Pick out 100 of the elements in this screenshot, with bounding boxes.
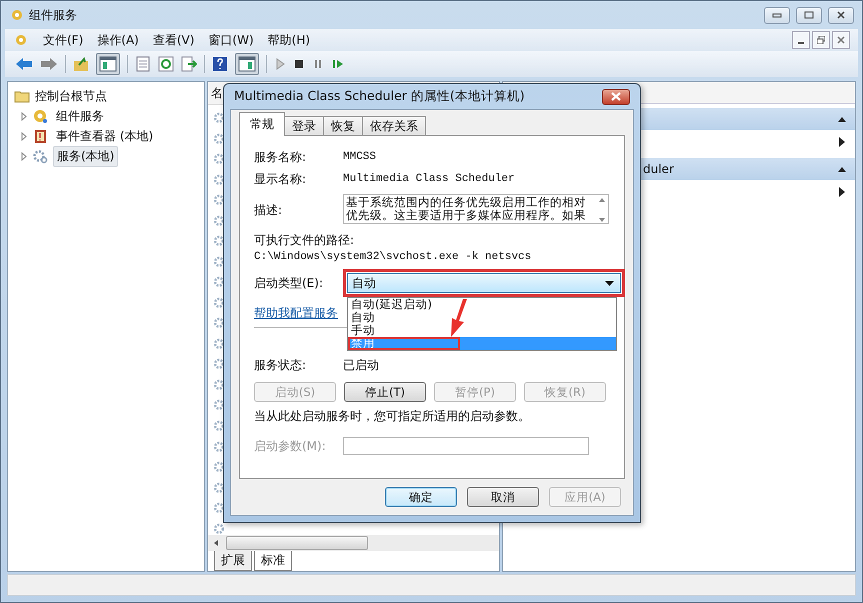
tree-item[interactable]: 控制台根节点 [35, 88, 107, 104]
close-icon [837, 36, 845, 44]
component-services-icon [15, 33, 29, 47]
tree-item[interactable]: 组件服务 [53, 106, 107, 126]
gear-icon [213, 111, 225, 125]
tree-item[interactable]: 服务(本地) [53, 146, 118, 166]
field-label: 显示名称: [254, 170, 308, 188]
field-label: 服务名称: [254, 148, 308, 166]
field-value: C:\Windows\system32\svchost.exe -k netsvcs [254, 251, 532, 263]
restore-icon [817, 36, 825, 44]
pause-icon[interactable] [312, 57, 324, 71]
dialog-button[interactable]: 确定 [385, 487, 457, 507]
action-pane-icon[interactable] [235, 53, 259, 75]
scroll-arrows-icon[interactable] [598, 196, 606, 224]
dialog-tab[interactable]: 恢复 [323, 116, 363, 136]
gear-icon [213, 480, 225, 494]
menu-item[interactable]: 操作(A) [97, 32, 139, 48]
submenu-arrow-icon[interactable] [839, 137, 845, 147]
view-tab[interactable]: 标准 [254, 551, 292, 571]
gear-icon [213, 152, 225, 166]
help-icon[interactable] [212, 56, 228, 72]
dialog-tab[interactable]: 登录 [284, 116, 324, 136]
refresh-icon[interactable] [158, 56, 174, 72]
dropdown-caret-icon[interactable] [605, 280, 614, 286]
dialog-button[interactable]: 取消 [467, 487, 539, 507]
horizontal-scrollbar[interactable] [208, 535, 499, 551]
maximize-icon [804, 11, 814, 19]
collapse-arrow-icon[interactable] [837, 166, 847, 172]
gear-icon [213, 234, 225, 248]
gear-icon [213, 172, 225, 186]
collapse-arrow-icon[interactable] [837, 116, 847, 122]
export-list-icon[interactable] [181, 56, 197, 72]
gear-icon [213, 440, 225, 454]
dialog-tab[interactable]: 依存关系 [362, 116, 426, 136]
hint-text: 当从此处启动服务时，您可指定所适用的启动参数。 [254, 408, 531, 425]
gear-icon [213, 378, 225, 392]
view-tab[interactable]: 扩展 [214, 551, 252, 571]
menu-item[interactable]: 文件(F) [43, 32, 84, 48]
stop-icon[interactable] [293, 57, 305, 71]
field-value: 已启动 [343, 356, 379, 374]
component-services-icon [33, 108, 48, 124]
gear-icon [213, 132, 225, 146]
forward-arrow-icon[interactable] [40, 57, 58, 71]
expand-arrow-icon[interactable] [20, 132, 28, 140]
dropdown-option[interactable]: 自动(延迟启动) [348, 298, 435, 311]
play-icon[interactable] [274, 57, 286, 71]
scrollbar-thumb[interactable] [226, 536, 368, 550]
startup-type-dropdown[interactable]: 自动 [347, 273, 621, 293]
gear-icon [213, 418, 225, 432]
close-button[interactable] [602, 88, 630, 104]
gear-icon [213, 398, 225, 412]
field-value: MMCSS [343, 151, 376, 163]
maximize-button[interactable] [796, 6, 822, 24]
field-label: 可执行文件的路径: [254, 232, 356, 249]
expand-arrow-icon[interactable] [20, 112, 28, 120]
console-tree-icon[interactable] [96, 53, 120, 75]
menu-item[interactable]: 查看(V) [152, 32, 194, 48]
properties-icon[interactable] [135, 56, 151, 72]
menu-item[interactable]: 窗口(W) [208, 32, 254, 48]
submenu-arrow-icon[interactable] [839, 187, 845, 197]
description-field[interactable]: 基于系统范围内的任务优先级启用工作的相对优先级。这主要适用于多媒体应用程序。如果 [343, 194, 609, 224]
close-button[interactable] [828, 6, 854, 24]
resume-icon[interactable] [331, 57, 345, 71]
minimize-button[interactable] [792, 31, 810, 49]
folder-icon [14, 90, 30, 102]
gear-icon [213, 296, 225, 310]
field-label: 启动参数(M): [254, 438, 327, 454]
field-label: 描述: [254, 202, 284, 219]
minimize-button[interactable] [764, 6, 790, 24]
gear-icon [213, 460, 225, 474]
menu-item[interactable]: 帮助(H) [268, 32, 310, 48]
dropdown-option[interactable]: 自动 [348, 311, 378, 324]
column-header[interactable]: 名 [211, 84, 223, 102]
gear-icon [213, 193, 225, 207]
dropdown-option[interactable]: 手动 [348, 324, 378, 337]
gear-icon [213, 275, 225, 289]
restore-button[interactable] [812, 31, 830, 49]
tree-item[interactable]: 事件查看器 (本地) [53, 126, 156, 146]
back-arrow-icon[interactable] [15, 57, 33, 71]
minimize-icon [772, 11, 782, 19]
folder-up-icon[interactable] [73, 56, 89, 72]
gear-icon [213, 522, 225, 535]
service-control-button[interactable]: 停止(T) [344, 382, 426, 402]
dialog-tab[interactable]: 常规 [239, 112, 285, 136]
event-viewer-icon [33, 128, 48, 144]
close-icon [836, 11, 846, 19]
help-link[interactable]: 帮助我配置服务 [254, 306, 338, 320]
gear-icon [213, 316, 225, 330]
scroll-left-icon[interactable] [212, 539, 220, 547]
gear-icon [213, 214, 225, 228]
dialog-title: Multimedia Class Scheduler 的属性(本地计算机) [234, 88, 525, 105]
gear-icon [213, 501, 225, 515]
close-button[interactable] [832, 31, 850, 49]
expand-arrow-icon[interactable] [20, 152, 28, 160]
gear-icon [213, 357, 225, 371]
pointer-arrow [448, 299, 468, 337]
gear-icon [213, 336, 225, 350]
window-title: 组件服务 [29, 6, 77, 24]
gear-icon [213, 254, 225, 268]
field-label: 服务状态: [254, 356, 308, 374]
